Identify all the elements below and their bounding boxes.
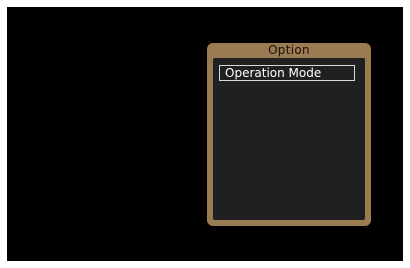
tv-screen: Option Operation Mode [7, 7, 403, 261]
option-menu-panel: Option Operation Mode [207, 43, 371, 226]
option-menu-list: Operation Mode [213, 58, 365, 220]
menu-item-operation-mode[interactable]: Operation Mode [219, 65, 355, 81]
option-menu-title: Option [268, 43, 310, 57]
